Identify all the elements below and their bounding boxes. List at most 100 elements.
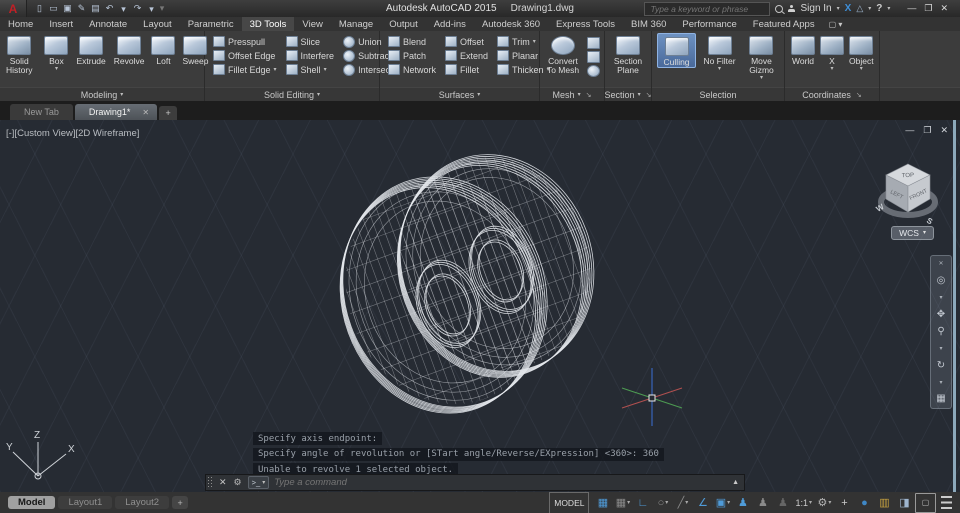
clean-screen-button[interactable]: ▢	[915, 492, 936, 513]
surf-offset-button[interactable]: Offset	[445, 36, 488, 47]
box-dropdown-icon[interactable]: ▾	[55, 66, 58, 72]
search-icon[interactable]	[775, 4, 784, 13]
command-prompt-icon[interactable]: >_ ▾	[247, 476, 270, 489]
panel-label-coordinates[interactable]: Coordinates ↘	[785, 87, 879, 101]
command-palette-customize-icon[interactable]: ⚙	[231, 477, 245, 488]
workspace-gear-icon[interactable]: ⚙▾	[815, 494, 834, 512]
tab-manage[interactable]: Manage	[331, 17, 381, 31]
close-button[interactable]: ✕	[940, 3, 948, 14]
command-history-expand-icon[interactable]: ▲	[727, 479, 744, 486]
coordinates-dialog-launcher-icon[interactable]: ↘	[856, 91, 862, 99]
ortho-mode-icon[interactable]: ∟	[633, 494, 652, 512]
drawing-close-button[interactable]: ✕	[940, 125, 948, 136]
snap-mode-icon[interactable]: ▦▾	[613, 494, 632, 512]
help-icon[interactable]: ?	[876, 3, 882, 14]
canvas-scrollbar[interactable]	[953, 120, 956, 492]
full-navigation-wheel-icon[interactable]: ◎	[937, 276, 946, 286]
minimize-button[interactable]: —	[907, 3, 916, 14]
annotation-scale-button[interactable]: 1:1▾	[793, 494, 814, 512]
x-ucs-button[interactable]: X ▾	[820, 33, 844, 72]
tab-autodesk-360[interactable]: Autodesk 360	[474, 17, 548, 31]
sign-in-dropdown-icon[interactable]: ▾	[837, 6, 840, 12]
object-ucs-button[interactable]: Object ▾	[847, 33, 876, 72]
smooth-object-icon[interactable]	[587, 65, 600, 77]
view-cube-top-face[interactable]: TOP	[902, 173, 914, 179]
no-filter-dropdown-icon[interactable]: ▾	[718, 66, 721, 72]
wcs-dropdown[interactable]: WCS ▾	[891, 226, 934, 240]
undo-icon[interactable]: ↶	[103, 3, 116, 14]
redo-dropdown-icon[interactable]: ▾	[145, 4, 158, 13]
open-file-icon[interactable]: ▭	[47, 3, 60, 14]
panel-label-surfaces[interactable]: Surfaces ▾	[380, 87, 539, 101]
culling-button[interactable]: Culling	[657, 33, 697, 68]
offset-edge-button[interactable]: Offset Edge	[213, 50, 277, 61]
tab-output[interactable]: Output	[381, 17, 426, 31]
panel-label-modeling[interactable]: Modeling ▾	[0, 87, 204, 101]
annotation-visibility-icon[interactable]: ♟	[733, 494, 752, 512]
slice-button[interactable]: Slice	[285, 36, 335, 47]
mesh-dialog-launcher-icon[interactable]: ↘	[586, 91, 592, 99]
new-drawing-tab-button[interactable]: +	[159, 106, 178, 120]
presspull-button[interactable]: Presspull	[213, 36, 277, 47]
plot-status-icon[interactable]: ▥	[875, 494, 894, 512]
isometric-drafting-icon[interactable]: ╱▾	[673, 494, 692, 512]
object-snap-tracking-icon[interactable]: ∠	[693, 494, 712, 512]
blend-button[interactable]: Blend	[388, 36, 436, 47]
panel-label-solid-editing[interactable]: Solid Editing ▾	[205, 87, 379, 101]
showmotion-icon[interactable]: ▦	[936, 394, 945, 404]
search-box[interactable]	[644, 1, 771, 16]
interfere-button[interactable]: Interfere	[285, 50, 334, 61]
panel-label-mesh[interactable]: Mesh ▾ ↘	[540, 87, 604, 101]
move-gizmo-button[interactable]: Move Gizmo ▾	[743, 33, 780, 81]
orbit-tool-icon[interactable]: ↻	[937, 360, 945, 371]
annotation-monitor-icon[interactable]: +	[835, 494, 854, 512]
autocad-logo-icon[interactable]: A	[0, 0, 27, 17]
undo-dropdown-icon[interactable]: ▾	[117, 4, 130, 13]
file-tab-new[interactable]: New Tab	[10, 104, 73, 120]
shell-button[interactable]: Shell ▾	[285, 64, 335, 75]
zoom-tool-icon[interactable]: ⚲	[937, 326, 944, 337]
command-palette-grip[interactable]	[207, 476, 213, 489]
ribbon-display-toggle-icon[interactable]: ▢ ▾	[823, 17, 849, 31]
object-ucs-dropdown-icon[interactable]: ▾	[860, 66, 863, 72]
help-dropdown-icon[interactable]: ▾	[887, 6, 890, 12]
fillet-edge-button[interactable]: Fillet Edge ▾	[213, 64, 277, 75]
tab-performance[interactable]: Performance	[674, 17, 744, 31]
model-space-button[interactable]: MODEL	[549, 491, 590, 513]
move-gizmo-dropdown-icon[interactable]: ▾	[760, 75, 763, 81]
new-file-icon[interactable]: ▯	[33, 3, 46, 14]
section-dialog-launcher-icon[interactable]: ↘	[646, 91, 652, 99]
tab-add-ins[interactable]: Add-ins	[426, 17, 474, 31]
save-as-icon[interactable]: ✎	[75, 3, 88, 14]
redo-icon[interactable]: ↷	[131, 3, 144, 14]
tab-featured-apps[interactable]: Featured Apps	[745, 17, 823, 31]
sign-in-button[interactable]: Sign In	[800, 3, 831, 14]
autodesk360-icon[interactable]: △	[856, 3, 863, 14]
drawing-canvas[interactable]: [-][Custom View][2D Wireframe] — ❐ ✕ TOP…	[0, 120, 960, 492]
navbar-close-icon[interactable]: ✕	[938, 259, 943, 269]
command-line-palette[interactable]: ✕ ⚙ >_ ▾ ▲	[205, 474, 745, 491]
new-layout-button[interactable]: +	[172, 496, 189, 509]
tab-insert[interactable]: Insert	[41, 17, 81, 31]
annotation-autoscale-icon[interactable]: ♟	[753, 494, 772, 512]
restore-button[interactable]: ❐	[924, 3, 932, 14]
smooth-less-icon[interactable]	[587, 51, 600, 63]
tab-view[interactable]: View	[294, 17, 330, 31]
file-tab-close-icon[interactable]: ✕	[142, 108, 149, 117]
tab-3d-tools[interactable]: 3D Tools	[241, 17, 295, 31]
tab-annotate[interactable]: Annotate	[81, 17, 135, 31]
extrude-button[interactable]: Extrude	[74, 33, 107, 66]
panel-label-section[interactable]: Section ▾ ↘	[605, 87, 651, 101]
qat-menu-icon[interactable]: ▾	[159, 3, 165, 14]
tab-bim-360[interactable]: BIM 360	[623, 17, 674, 31]
exchange-apps-icon[interactable]: X	[845, 3, 852, 14]
drawing-restore-button[interactable]: ❐	[923, 125, 931, 136]
section-plane-button[interactable]: Section Plane	[609, 33, 647, 75]
convert-to-mesh-button[interactable]: Convert To Mesh	[542, 33, 584, 75]
tab-express-tools[interactable]: Express Tools	[548, 17, 623, 31]
plot-icon[interactable]: ▤	[89, 3, 102, 14]
surf-fillet-button[interactable]: Fillet	[445, 64, 488, 75]
patch-button[interactable]: Patch	[388, 50, 436, 61]
drawing-minimize-button[interactable]: —	[905, 125, 914, 136]
no-filter-button[interactable]: No Filter ▾	[700, 33, 739, 72]
